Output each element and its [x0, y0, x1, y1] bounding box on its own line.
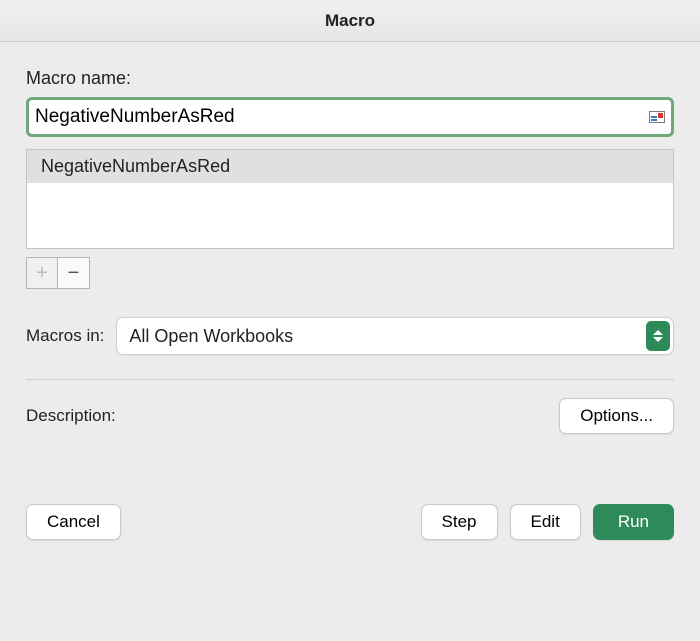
step-button[interactable]: Step: [421, 504, 498, 540]
macros-in-select-wrap: All Open Workbooks: [116, 317, 674, 355]
edit-button[interactable]: Edit: [510, 504, 581, 540]
cancel-button[interactable]: Cancel: [26, 504, 121, 540]
remove-button[interactable]: −: [58, 257, 90, 289]
macro-name-label: Macro name:: [26, 68, 674, 89]
list-item[interactable]: NegativeNumberAsRed: [27, 150, 673, 183]
chevron-down-icon: [653, 337, 663, 342]
divider: [26, 379, 674, 380]
macro-name-field-wrap: [26, 97, 674, 137]
chevron-up-icon: [653, 330, 663, 335]
footer-right-group: Step Edit Run: [421, 504, 674, 540]
dialog-title: Macro: [0, 0, 700, 42]
dialog-content: Macro name: NegativeNumberAsRed + − Macr…: [0, 42, 700, 434]
dialog-footer: Cancel Step Edit Run: [0, 504, 700, 562]
add-button[interactable]: +: [26, 257, 58, 289]
description-label: Description:: [26, 406, 116, 426]
macro-list[interactable]: NegativeNumberAsRed: [26, 149, 674, 249]
run-button[interactable]: Run: [593, 504, 674, 540]
macros-in-select[interactable]: All Open Workbooks: [116, 317, 674, 355]
macro-name-input[interactable]: [33, 104, 649, 130]
macros-in-value: All Open Workbooks: [129, 326, 293, 347]
macros-in-label: Macros in:: [26, 326, 104, 346]
description-row: Description: Options...: [26, 398, 674, 434]
range-picker-icon[interactable]: [649, 111, 665, 123]
select-stepper-icon[interactable]: [646, 321, 670, 351]
list-controls: + −: [26, 257, 674, 289]
dialog-title-text: Macro: [325, 11, 375, 31]
options-button[interactable]: Options...: [559, 398, 674, 434]
macros-in-row: Macros in: All Open Workbooks: [26, 317, 674, 355]
